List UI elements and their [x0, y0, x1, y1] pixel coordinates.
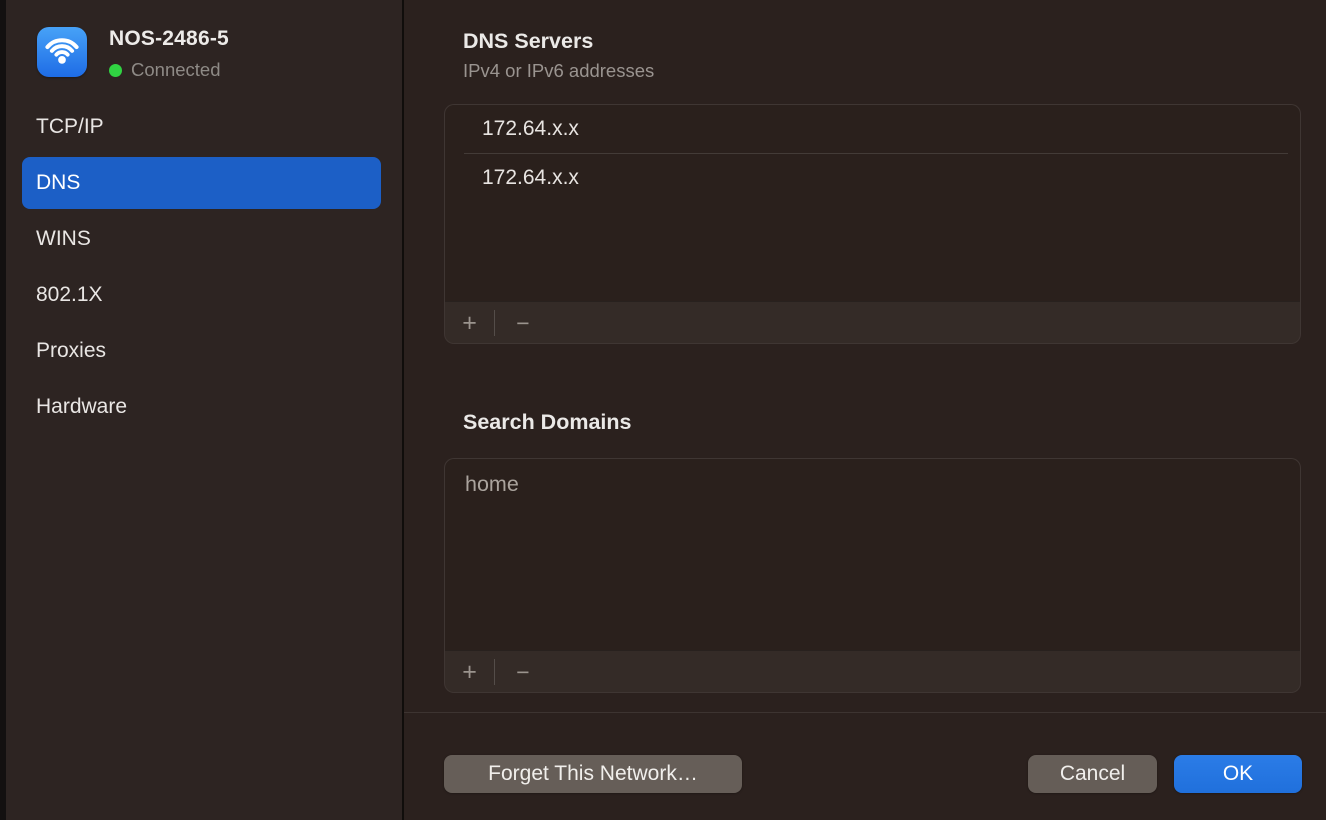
search-domains-title: Search Domains	[463, 410, 631, 435]
dns-servers-toolbar: + −	[445, 301, 1300, 343]
dns-server-row[interactable]: 172.64.x.x	[445, 154, 1300, 202]
dns-servers-title: DNS Servers	[463, 29, 593, 54]
remove-search-domain-button[interactable]: −	[495, 651, 551, 693]
dns-servers-subtitle: IPv4 or IPv6 addresses	[463, 60, 654, 82]
connected-dot-icon	[109, 64, 122, 77]
sidebar-item-8021x[interactable]: 802.1X	[22, 269, 381, 321]
sidebar-item-dns[interactable]: DNS	[22, 157, 381, 209]
network-name: NOS-2486-5	[109, 27, 229, 51]
dns-server-row[interactable]: 172.64.x.x	[445, 105, 1300, 153]
search-domain-row[interactable]: home	[445, 459, 1300, 507]
sidebar-item-wins[interactable]: WINS	[22, 213, 381, 265]
search-domains-toolbar: + −	[445, 650, 1300, 692]
forget-network-button[interactable]: Forget This Network…	[444, 755, 742, 793]
connection-status: Connected	[109, 59, 220, 81]
remove-dns-server-button[interactable]: −	[495, 302, 551, 344]
cancel-button[interactable]: Cancel	[1028, 755, 1157, 793]
connection-status-label: Connected	[131, 59, 220, 81]
sidebar: NOS-2486-5 Connected TCP/IP DNS WINS 802…	[6, 0, 402, 820]
dns-servers-list: 172.64.x.x 172.64.x.x + −	[444, 104, 1301, 344]
sidebar-item-proxies[interactable]: Proxies	[22, 325, 381, 377]
sidebar-item-hardware[interactable]: Hardware	[22, 381, 381, 433]
add-dns-server-button[interactable]: +	[445, 302, 494, 344]
footer-divider	[404, 712, 1326, 713]
ok-button[interactable]: OK	[1174, 755, 1302, 793]
dns-pane: DNS Servers IPv4 or IPv6 addresses 172.6…	[404, 0, 1326, 820]
wifi-icon	[37, 27, 87, 77]
search-domains-list: home + −	[444, 458, 1301, 693]
add-search-domain-button[interactable]: +	[445, 651, 494, 693]
sidebar-item-tcpip[interactable]: TCP/IP	[22, 101, 381, 153]
